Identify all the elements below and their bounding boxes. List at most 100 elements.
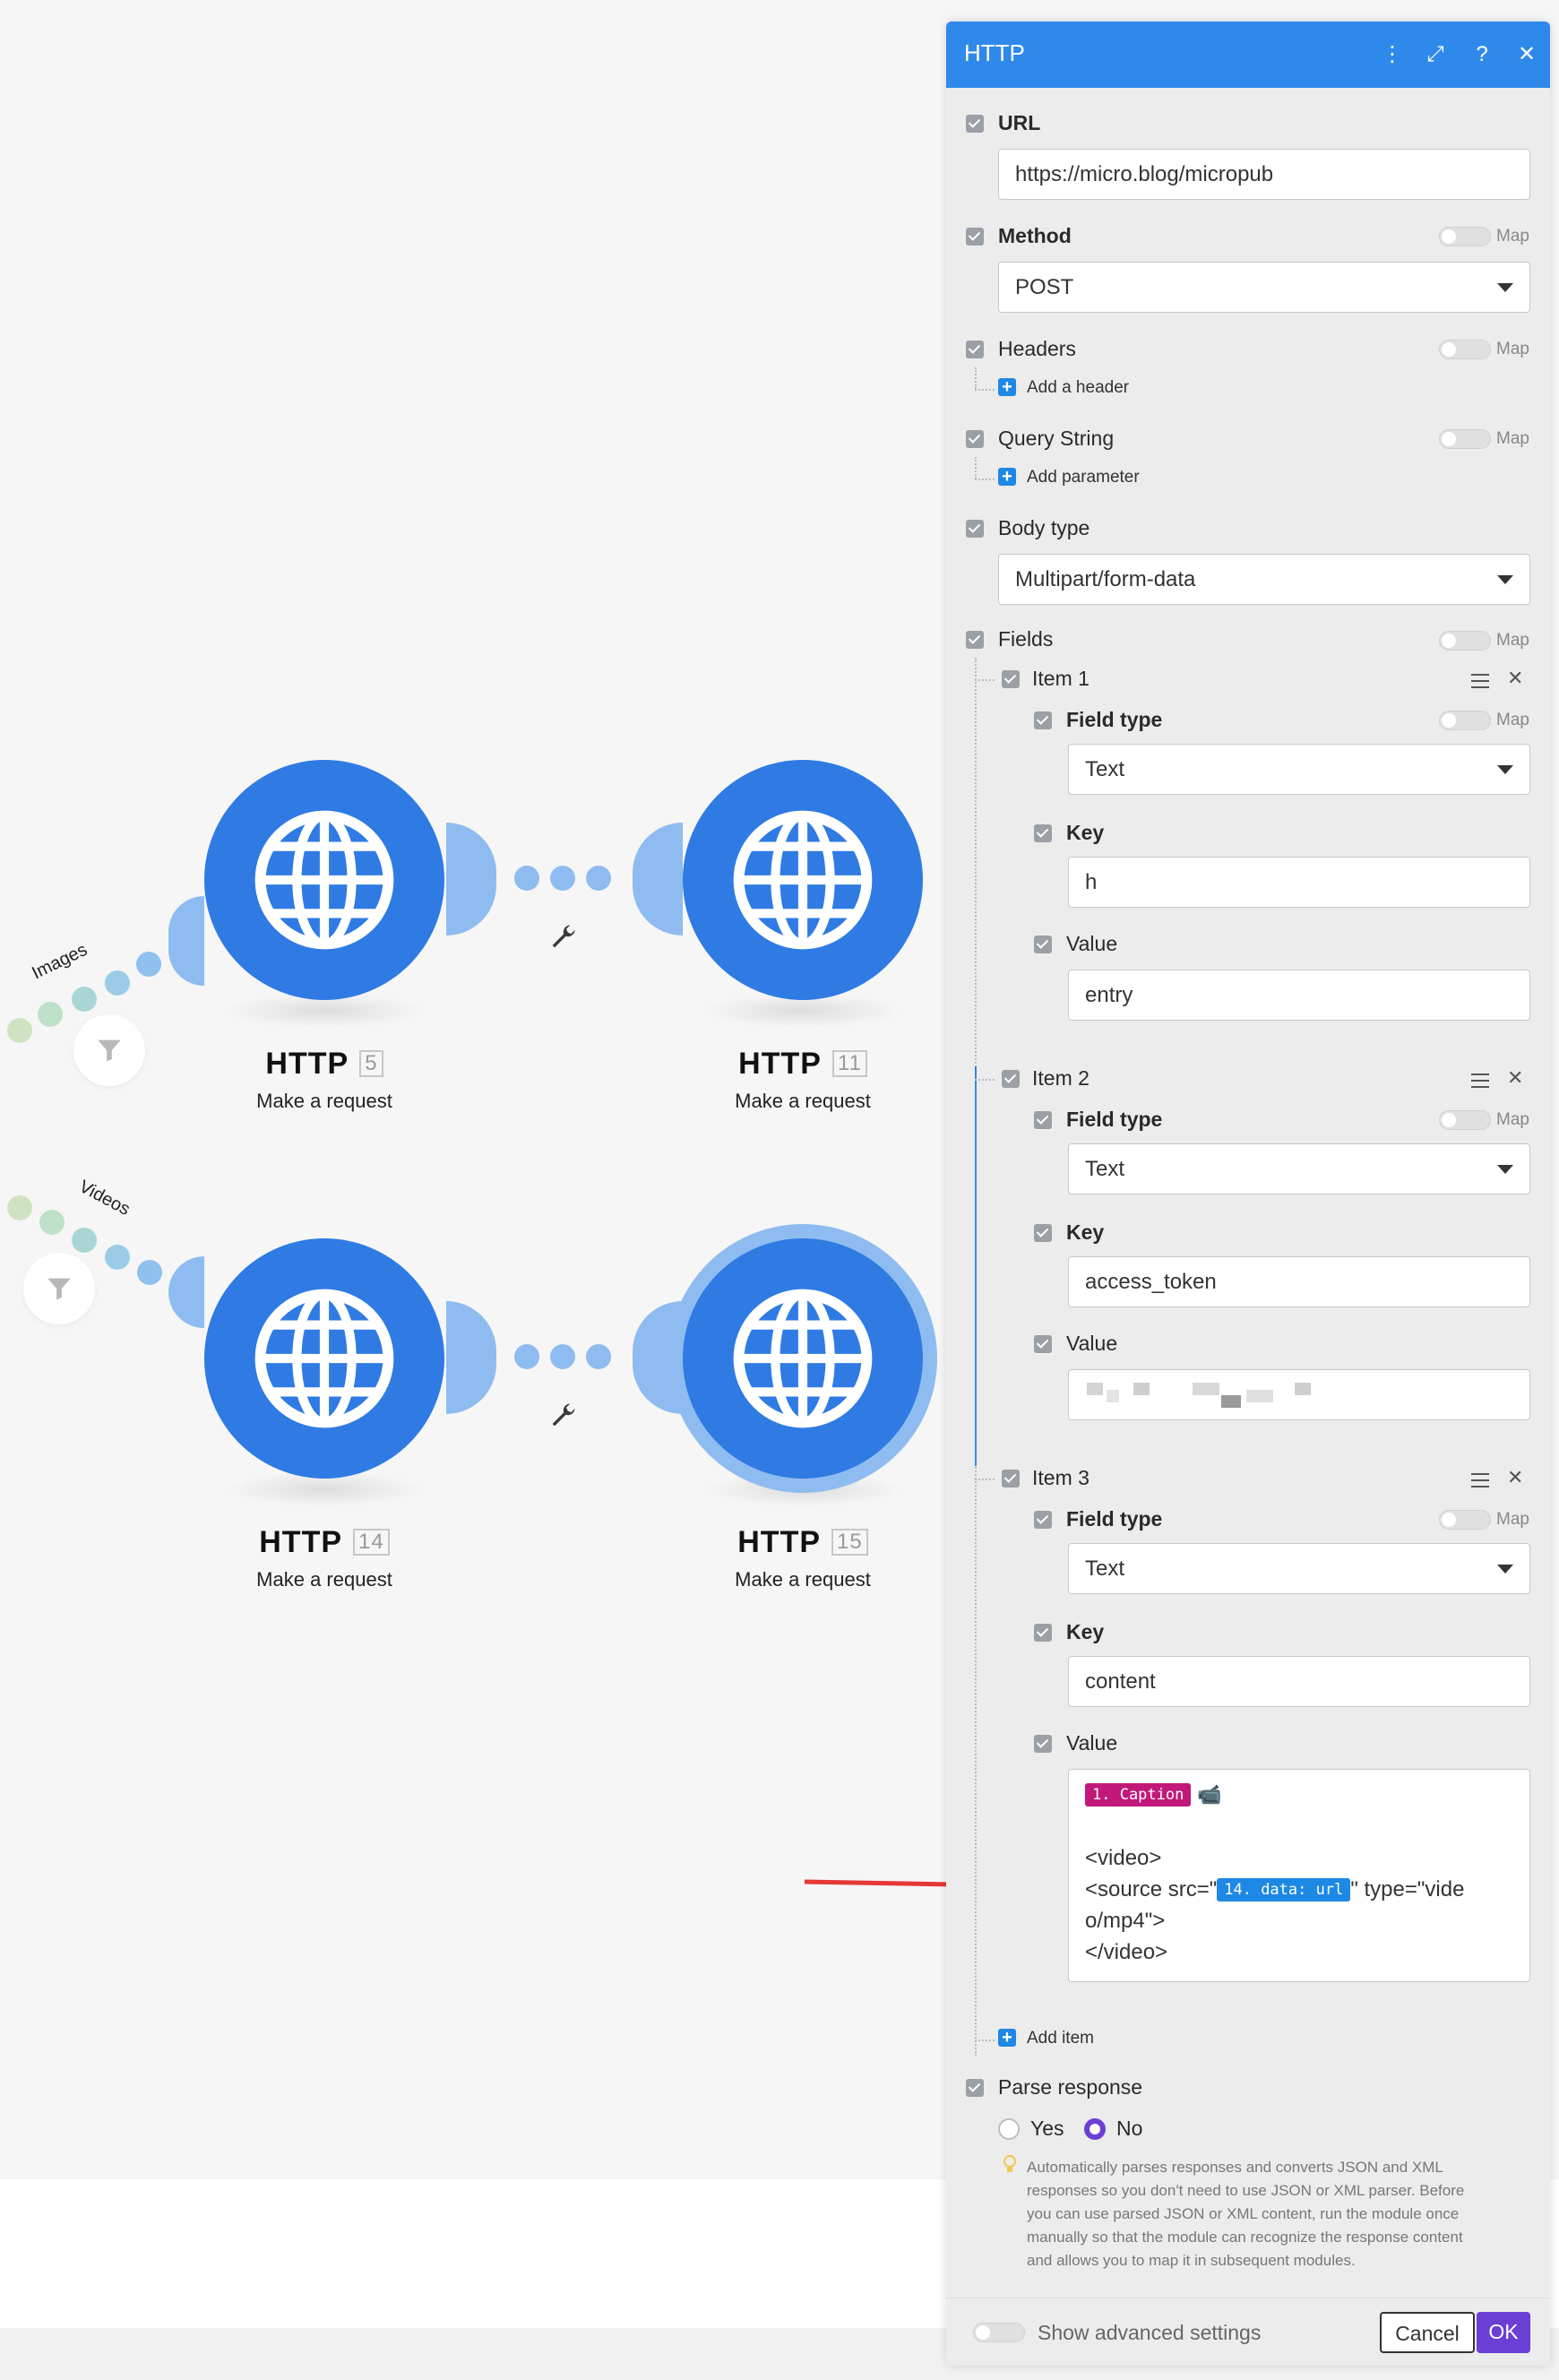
method-checkbox[interactable] <box>966 228 984 246</box>
item1-field-type-select[interactable]: Text <box>1068 744 1530 795</box>
url-field[interactable]: https://micro.blog/micropub <box>998 149 1530 200</box>
url-checkbox[interactable] <box>966 115 984 133</box>
item2-value-label: Value <box>1066 1332 1118 1355</box>
method-map-toggle[interactable] <box>1439 227 1491 246</box>
item2-field-type-select[interactable]: Text <box>1068 1143 1530 1194</box>
tree-line <box>975 1079 995 1081</box>
mapped-tag-caption[interactable]: 1. Caption <box>1085 1783 1192 1807</box>
hamburger-icon[interactable] <box>1471 674 1489 688</box>
menu-dots-icon[interactable]: ⋮ <box>1376 38 1408 72</box>
close-icon[interactable]: ✕ <box>1507 1066 1523 1090</box>
module-http-15[interactable] <box>683 1238 923 1479</box>
value-line: <source src=" 14. data: url " type="vide <box>1085 1874 1513 1905</box>
url-label: URL <box>998 111 1041 134</box>
headers-checkbox[interactable] <box>966 341 984 358</box>
item1-checkbox[interactable] <box>1002 670 1020 688</box>
route-dot <box>7 1018 32 1043</box>
item2-key-field[interactable]: access_token <box>1068 1256 1530 1307</box>
item1-map-toggle[interactable] <box>1439 711 1491 730</box>
module-name: HTTP <box>737 1525 822 1559</box>
filter-images[interactable] <box>73 1014 145 1086</box>
query-map-toggle[interactable] <box>1439 429 1491 449</box>
item2-key-label: Key <box>1066 1220 1105 1244</box>
method-select[interactable]: POST <box>998 262 1530 313</box>
help-line: and allows you to map it in subsequent m… <box>1027 2252 1356 2269</box>
body-type-select[interactable]: Multipart/form-data <box>998 554 1530 605</box>
item1-value-checkbox[interactable] <box>1034 936 1052 953</box>
wrench-icon[interactable] <box>547 1400 579 1432</box>
item1-title: Item 1 <box>1032 667 1090 690</box>
add-header-button[interactable]: + <box>998 378 1016 396</box>
advanced-settings-label[interactable]: Show advanced settings <box>1038 2321 1261 2345</box>
item2-key-checkbox[interactable] <box>1034 1224 1052 1242</box>
expand-icon[interactable]: ⤢ <box>1419 38 1451 72</box>
item3-map-toggle[interactable] <box>1439 1510 1491 1530</box>
item3-value-textarea[interactable]: 1. Caption 📹 <video> <source src=" 14. da… <box>1068 1769 1530 1982</box>
headers-map-toggle[interactable] <box>1439 340 1491 359</box>
close-icon[interactable]: ✕ <box>1507 1466 1523 1489</box>
module-title: HTTP 11 <box>668 1047 937 1082</box>
help-line: responses so you don't need to use JSON … <box>1027 2182 1465 2199</box>
item3-key-field[interactable]: content <box>1068 1656 1530 1707</box>
hamburger-icon[interactable] <box>1471 1473 1489 1488</box>
item2-value-checkbox[interactable] <box>1034 1335 1052 1353</box>
cancel-button[interactable]: Cancel <box>1380 2312 1475 2353</box>
close-icon[interactable]: ✕ <box>1511 38 1543 72</box>
item3-field-type-select[interactable]: Text <box>1068 1543 1530 1594</box>
parse-no-radio[interactable] <box>1084 2118 1106 2140</box>
module-name: HTTP <box>259 1525 343 1559</box>
module-settings-panel: HTTP ⋮ ⤢ ? ✕ URL https://micro.blog/micr… <box>946 22 1550 2366</box>
parse-yes-label[interactable]: Yes <box>1030 2117 1064 2141</box>
item2-map-toggle[interactable] <box>1439 1110 1491 1130</box>
method-value: POST <box>1015 275 1074 299</box>
item1-value-label: Value <box>1066 932 1118 955</box>
route-dot <box>72 1228 97 1253</box>
route-dot <box>39 1210 65 1235</box>
help-icon[interactable]: ? <box>1466 38 1498 72</box>
advanced-settings-toggle[interactable] <box>973 2323 1025 2342</box>
module-number: 14 <box>353 1529 390 1556</box>
item3-checkbox[interactable] <box>1002 1470 1020 1488</box>
item3-field-type-checkbox[interactable] <box>1034 1511 1052 1529</box>
hamburger-icon[interactable] <box>1471 1074 1489 1088</box>
wrench-icon[interactable] <box>547 921 579 953</box>
item3-key-checkbox[interactable] <box>1034 1624 1052 1642</box>
item1-value-field[interactable]: entry <box>1068 970 1530 1021</box>
module-http-14[interactable] <box>204 1238 444 1479</box>
tree-line <box>975 367 977 389</box>
add-item-button[interactable]: + <box>998 2029 1016 2047</box>
mapped-tag-data-url[interactable]: 14. data: url <box>1217 1878 1351 1901</box>
add-item-label[interactable]: Add item <box>1027 2029 1094 2048</box>
chevron-down-icon <box>1497 1165 1513 1174</box>
parse-no-label[interactable]: No <box>1116 2117 1142 2141</box>
tree-line <box>975 457 977 479</box>
item2-checkbox[interactable] <box>1002 1070 1020 1088</box>
help-line: manually so that the module can recogniz… <box>1027 2229 1463 2246</box>
query-string-checkbox[interactable] <box>966 430 984 448</box>
panel-header: HTTP ⋮ ⤢ ? ✕ <box>946 22 1550 88</box>
parse-response-checkbox[interactable] <box>966 2079 984 2097</box>
module-http-11[interactable] <box>683 760 923 1000</box>
filter-videos[interactable] <box>23 1253 95 1324</box>
item1-field-type-checkbox[interactable] <box>1034 711 1052 729</box>
item3-value-checkbox[interactable] <box>1034 1735 1052 1753</box>
parse-yes-radio[interactable] <box>998 2118 1020 2140</box>
item3-field-type-label: Field type <box>1066 1507 1163 1531</box>
ok-button[interactable]: OK <box>1477 2312 1530 2353</box>
item2-field-type-checkbox[interactable] <box>1034 1111 1052 1129</box>
add-header-label[interactable]: Add a header <box>1027 378 1129 398</box>
body-type-checkbox[interactable] <box>966 520 984 538</box>
add-parameter-button[interactable]: + <box>998 468 1016 486</box>
module-http-5[interactable] <box>204 760 444 1000</box>
module-number: 5 <box>359 1050 383 1077</box>
fields-map-toggle[interactable] <box>1439 631 1491 651</box>
fields-checkbox[interactable] <box>966 631 984 649</box>
item1-key-field[interactable]: h <box>1068 857 1530 908</box>
help-line: you can use parsed JSON or XML content, … <box>1027 2205 1460 2222</box>
route-dot <box>105 970 130 996</box>
item2-value-field-redacted[interactable] <box>1068 1369 1530 1420</box>
item1-key-checkbox[interactable] <box>1034 824 1052 842</box>
chevron-down-icon <box>1497 765 1513 774</box>
close-icon[interactable]: ✕ <box>1507 667 1523 690</box>
add-parameter-label[interactable]: Add parameter <box>1027 468 1140 487</box>
